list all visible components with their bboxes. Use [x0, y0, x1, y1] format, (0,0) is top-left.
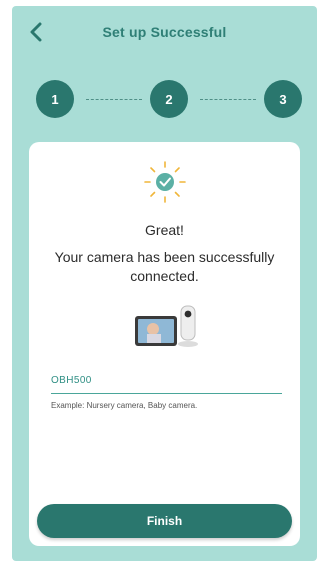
app-screen: Set up Successful 1 2 3 Great! Your came… — [12, 6, 317, 561]
camera-monitor-icon — [135, 305, 198, 347]
step-3: 3 — [264, 80, 302, 118]
step-connector — [200, 99, 256, 100]
input-underline — [51, 393, 282, 394]
success-message: Your camera has been successfully connec… — [54, 249, 275, 284]
success-heading: Great! — [145, 222, 184, 238]
step-2: 2 — [150, 80, 188, 118]
camera-name-input[interactable]: OBH500 — [51, 375, 92, 386]
header: Set up Successful — [12, 6, 317, 58]
step-connector — [86, 99, 142, 100]
check-badge-icon — [143, 161, 186, 203]
camera-name-hint: Example: Nursery camera, Baby camera. — [51, 401, 198, 410]
finish-button[interactable]: Finish — [37, 504, 292, 538]
success-card: Great! Your camera has been successfully… — [29, 142, 300, 546]
page-title: Set up Successful — [102, 24, 227, 40]
success-indicator — [29, 160, 300, 203]
stepper: 1 2 3 — [36, 80, 302, 120]
step-1: 1 — [36, 80, 74, 118]
